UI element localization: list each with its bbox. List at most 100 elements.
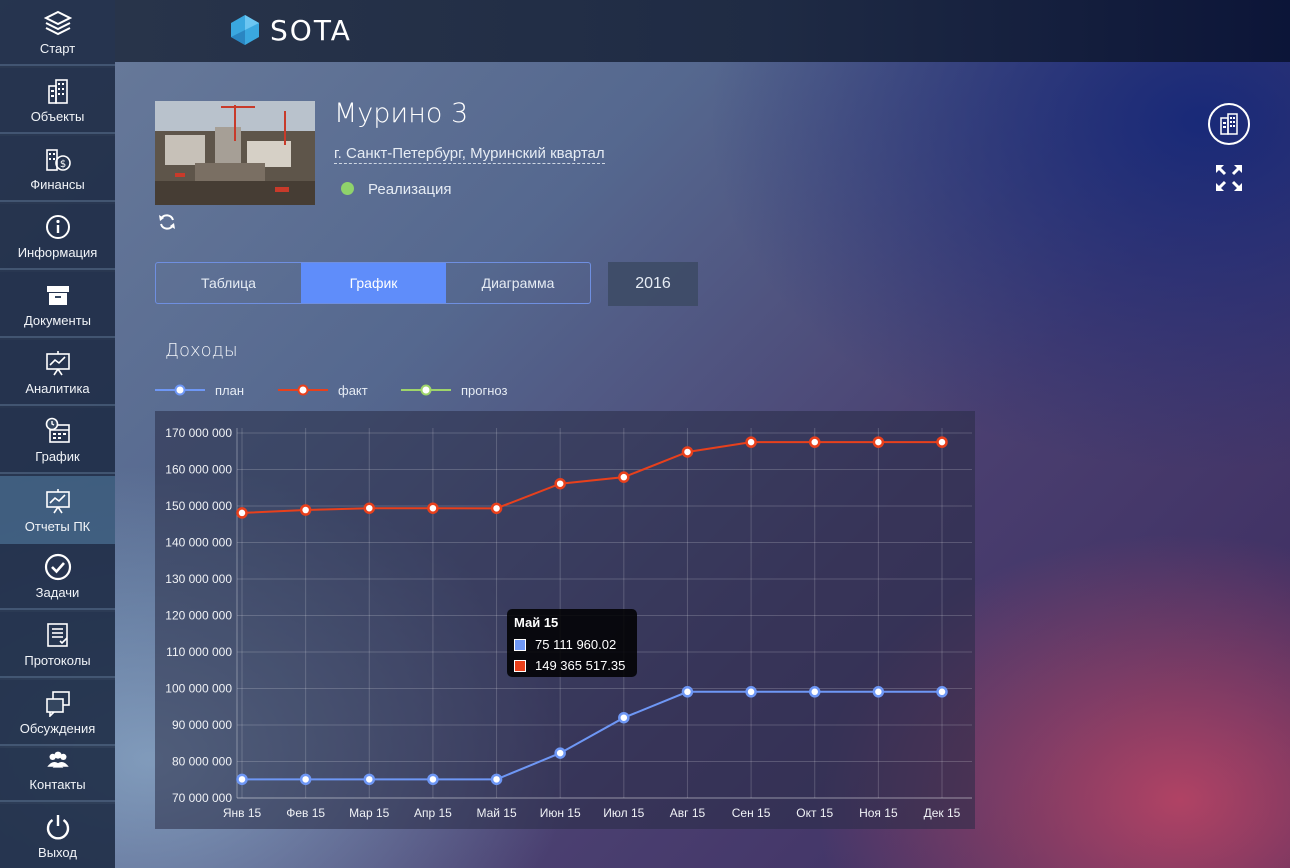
data-point-1-5 (554, 477, 566, 490)
sidebar: Старт Объекты $ Финансы Информация Документы А… (0, 0, 115, 868)
x-tick-label: Июн 15 (540, 806, 581, 820)
check-circle-icon (44, 553, 71, 581)
refresh-icon[interactable] (157, 212, 177, 232)
building-view-button[interactable] (1208, 103, 1250, 145)
x-tick-label: Авг 15 (670, 806, 706, 820)
legend-label-fact: факт (338, 382, 368, 398)
tab-chart[interactable]: График (301, 263, 446, 303)
sidebar-item-3[interactable]: Информация (0, 204, 115, 270)
tooltip-value-fact: 149 365 517.35 (535, 658, 626, 673)
x-tick-label: Мар 15 (349, 806, 389, 820)
data-point-1-10 (872, 436, 885, 448)
x-tick-label: Янв 15 (223, 806, 262, 820)
legend-item-plan[interactable]: план (155, 380, 244, 400)
y-tick-label: 90 000 000 (172, 718, 232, 732)
data-point-0-6 (618, 711, 630, 724)
y-tick-label: 70 000 000 (172, 791, 232, 805)
legend-label-plan: план (215, 382, 245, 398)
tooltip-swatch-fact (514, 659, 526, 672)
sidebar-item-12[interactable]: Выход (0, 804, 115, 868)
y-tick-label: 100 000 000 (165, 682, 232, 696)
x-tick-label: Сен 15 (732, 806, 771, 820)
data-point-1-0 (236, 507, 248, 519)
sidebar-item-10[interactable]: Обсуждения (0, 680, 115, 746)
section-title: Доходы (165, 340, 238, 361)
sidebar-item-label: Контакты (29, 777, 86, 792)
data-point-0-2 (363, 773, 376, 786)
sidebar-item-label: Финансы (30, 177, 85, 192)
brand-name: SOTA (270, 13, 352, 47)
data-point-0-0 (236, 773, 248, 786)
sidebar-item-label: Объекты (30, 109, 85, 124)
sidebar-item-6[interactable]: График (0, 408, 115, 474)
svg-text:$: $ (59, 159, 65, 170)
tab-table[interactable]: Таблица (156, 263, 301, 303)
x-tick-label: Апр 15 (414, 806, 452, 820)
legend-item-fact[interactable]: факт (278, 380, 368, 400)
info-icon (45, 215, 70, 239)
sidebar-item-label: График (35, 449, 80, 464)
tooltip-title: Май 15 (514, 615, 559, 630)
presentation-icon (45, 489, 70, 514)
data-point-0-1 (299, 773, 312, 786)
legend-item-forecast[interactable]: прогноз (401, 380, 507, 400)
data-point-1-3 (427, 502, 439, 514)
y-tick-label: 160 000 000 (165, 463, 232, 477)
presentation-icon (45, 351, 70, 376)
contacts-icon (46, 751, 69, 768)
data-point-1-1 (299, 504, 312, 516)
y-tick-label: 170 000 000 (165, 426, 232, 440)
year-selector[interactable]: 2016 (608, 262, 698, 306)
sidebar-item-4[interactable]: Документы (0, 272, 115, 338)
sidebar-item-label: Отчеты ПК (24, 519, 91, 534)
data-point-0-5 (554, 747, 566, 759)
y-tick-label: 130 000 000 (165, 572, 232, 586)
y-tick-label: 80 000 000 (172, 755, 232, 769)
series-line-0 (242, 690, 942, 781)
protocol-icon (46, 623, 68, 647)
layers-icon (43, 10, 72, 36)
data-point-0-11 (936, 686, 948, 698)
sidebar-item-1[interactable]: Объекты (0, 68, 115, 134)
archive-icon (46, 286, 69, 305)
logo-hexagon-icon (231, 15, 259, 45)
finance-icon: $ (45, 149, 71, 171)
project-address-link[interactable]: г. Санкт-Петербург, Муринский квартал (334, 145, 605, 164)
data-point-0-4 (490, 773, 503, 786)
data-point-1-8 (745, 436, 757, 448)
data-point-1-11 (936, 436, 948, 448)
y-tick-label: 110 000 000 (166, 645, 232, 659)
sidebar-item-11[interactable]: Контакты (0, 748, 115, 802)
building-icon (1220, 113, 1238, 135)
sidebar-item-label: Выход (38, 845, 77, 860)
data-point-1-6 (618, 471, 630, 483)
sidebar-item-label: Аналитика (25, 381, 90, 396)
sidebar-item-0[interactable]: Старт (0, 0, 115, 66)
legend-marker-fact (278, 384, 328, 396)
top-bar: SOTA (115, 0, 1290, 62)
power-icon (46, 815, 69, 840)
logo[interactable]: SOTA (228, 13, 352, 47)
calendar-clock-icon (45, 417, 70, 443)
x-tick-label: Июл 15 (603, 806, 644, 820)
data-point-1-2 (363, 502, 376, 514)
sidebar-item-7[interactable]: Отчеты ПК (0, 476, 115, 544)
data-point-0-8 (745, 686, 757, 698)
data-point-0-10 (872, 686, 885, 698)
project-photo (155, 101, 315, 205)
tooltip-swatch-plan (514, 638, 526, 651)
fullscreen-icon[interactable] (1214, 163, 1244, 193)
buildings-icon (47, 79, 68, 104)
chat-windows-icon (45, 691, 70, 717)
data-point-1-7 (681, 446, 694, 458)
sidebar-item-2[interactable]: $ Финансы (0, 136, 115, 202)
tab-diagram[interactable]: Диаграмма (446, 263, 590, 303)
series-line-1 (241, 441, 942, 514)
sidebar-item-5[interactable]: Аналитика (0, 340, 115, 406)
sidebar-item-label: Протоколы (24, 653, 91, 668)
sidebar-item-9[interactable]: Протоколы (0, 612, 115, 678)
x-tick-label: Май 15 (476, 806, 517, 820)
sidebar-item-8[interactable]: Задачи (0, 544, 115, 610)
data-point-0-9 (808, 686, 821, 698)
y-tick-label: 150 000 000 (165, 499, 232, 513)
